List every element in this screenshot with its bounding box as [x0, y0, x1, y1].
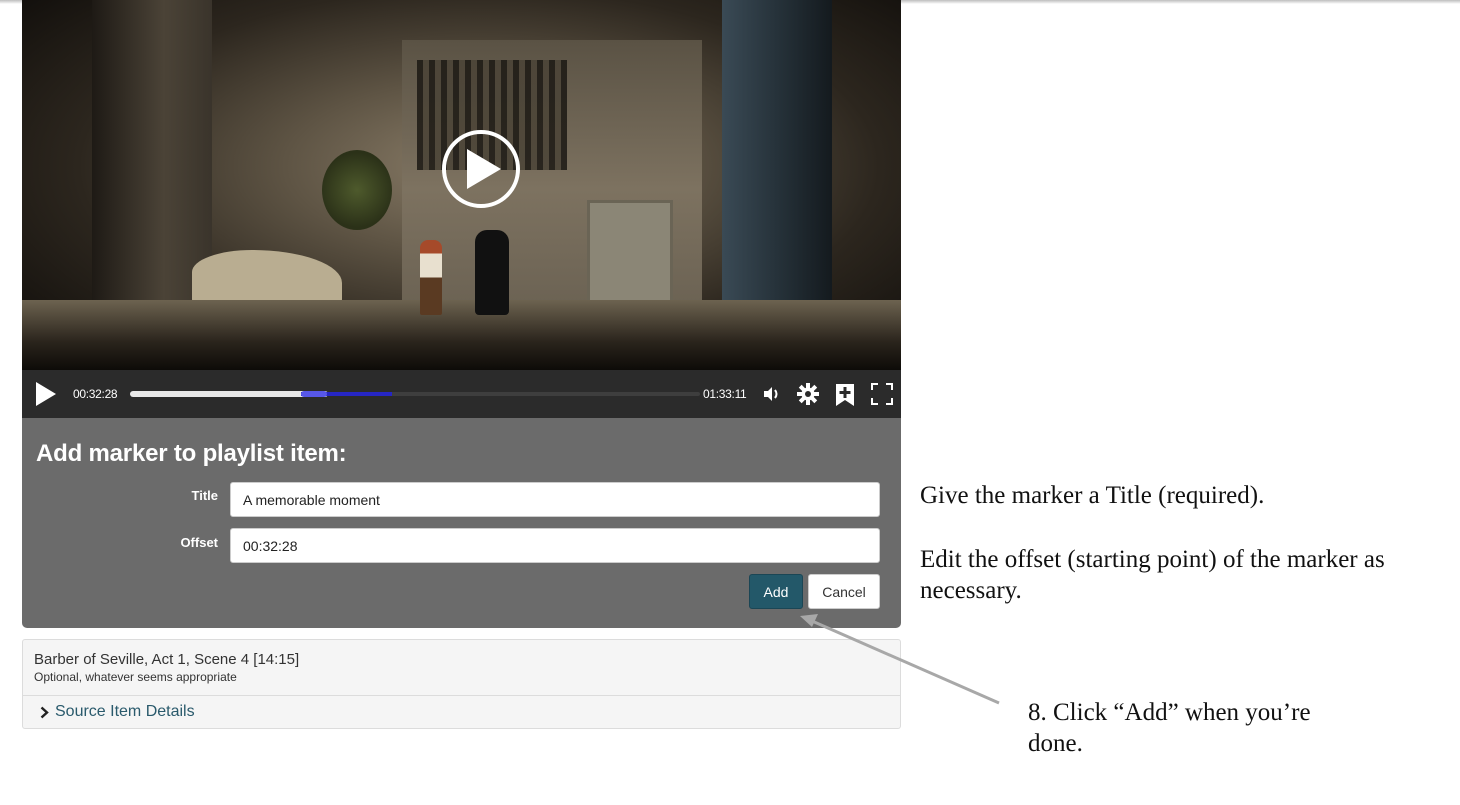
add-button[interactable]: Add [749, 574, 803, 609]
stage-floor [22, 300, 901, 370]
playlist-item-title: Barber of Seville, Act 1, Scene 4 [14:15… [34, 651, 300, 668]
add-marker-icon[interactable] [835, 383, 855, 407]
big-play-button[interactable] [442, 130, 520, 208]
title-input[interactable] [230, 482, 880, 517]
panel-title: Add marker to playlist item: [36, 440, 347, 467]
stage-door [587, 200, 673, 316]
current-time: 00:32:28 [73, 387, 118, 401]
stage-rocks [192, 250, 342, 305]
add-marker-panel: Add marker to playlist item: Title Offse… [22, 418, 901, 628]
title-label: Title [191, 488, 219, 503]
progress-bar[interactable] [130, 391, 700, 397]
source-item-details-label: Source Item Details [55, 703, 195, 720]
offset-label: Offset [180, 535, 218, 550]
player-controls: 00:32:28 01:33:11 [22, 370, 901, 418]
performer-2 [475, 230, 509, 315]
playlist-item-header: Barber of Seville, Act 1, Scene 4 [14:15… [23, 640, 900, 696]
offset-input[interactable] [230, 528, 880, 563]
stage-tree [322, 150, 392, 230]
progress-played [130, 391, 328, 397]
source-item-details-toggle[interactable]: Source Item Details [40, 703, 195, 721]
instruction-step: 8. Click “Add” when you’re done. [1028, 699, 1311, 757]
stage-wall-right [722, 0, 832, 340]
play-icon [467, 149, 501, 189]
volume-icon[interactable] [762, 386, 784, 402]
cancel-button[interactable]: Cancel [808, 574, 880, 609]
playlist-item: Barber of Seville, Act 1, Scene 4 [14:15… [22, 639, 901, 729]
gear-icon[interactable] [797, 383, 819, 405]
performer-1 [420, 240, 442, 315]
playlist-item-description: Optional, whatever seems appropriate [34, 670, 237, 684]
instruction-title: Give the marker a Title (required). [920, 482, 1265, 509]
instruction-offset: Edit the offset (starting point) of the … [920, 546, 1385, 604]
video-frame [22, 0, 901, 370]
fullscreen-icon[interactable] [871, 383, 893, 405]
video-player[interactable]: 00:32:28 01:33:11 [22, 0, 901, 418]
play-icon[interactable] [36, 382, 56, 406]
progress-handle[interactable] [301, 391, 327, 397]
chevron-right-icon [40, 706, 49, 718]
duration: 01:33:11 [703, 387, 747, 401]
